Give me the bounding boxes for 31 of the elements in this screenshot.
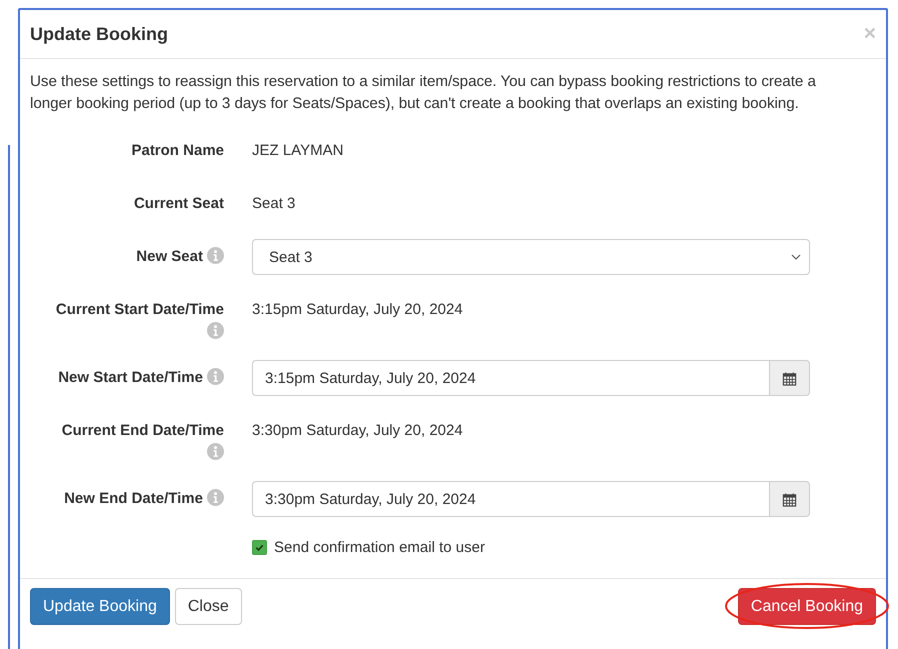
calendar-button[interactable] bbox=[769, 360, 810, 396]
email-checkbox[interactable] bbox=[252, 540, 267, 554]
field-label: Patron Name bbox=[131, 142, 224, 159]
calendar-button[interactable] bbox=[769, 481, 810, 517]
field-label: New Start Date/Time bbox=[58, 369, 203, 386]
info-icon[interactable] bbox=[207, 443, 224, 460]
field-value: 3:15pm Saturday, July 20, 2024 bbox=[252, 300, 463, 320]
modal-title: Update Booking bbox=[30, 24, 168, 44]
seat-dropdown[interactable]: Seat 3 bbox=[252, 239, 810, 275]
field-label: New Seat bbox=[136, 248, 203, 265]
info-icon[interactable] bbox=[207, 247, 224, 264]
info-icon[interactable] bbox=[207, 368, 224, 385]
field-label: Current End Date/Time bbox=[62, 422, 224, 439]
date-time-field[interactable]: 3:30pm Saturday, July 20, 2024 bbox=[252, 481, 769, 517]
field-value: JEZ LAYMAN bbox=[252, 141, 344, 161]
cancel-booking-button[interactable]: Cancel Booking bbox=[738, 588, 876, 625]
info-icon[interactable] bbox=[207, 322, 224, 339]
field-label: Current Start Date/Time bbox=[56, 301, 224, 318]
date-time-field[interactable]: 3:15pm Saturday, July 20, 2024 bbox=[252, 360, 769, 396]
intro-text: Use these settings to reassign this reservation to a similar item/space. You can bypass booking restrictions to create a longer booking period (up to 3 days for Seats/Spaces), but can't create a booking that overlaps an existing booking. bbox=[30, 72, 817, 114]
field-label: New End Date/Time bbox=[64, 490, 203, 507]
field-value: Seat 3 bbox=[252, 194, 296, 214]
close-button[interactable]: Close bbox=[174, 588, 242, 625]
calendar-icon bbox=[782, 492, 797, 506]
checkbox-label: Send confirmation email to user bbox=[274, 538, 485, 556]
field-label: Current Seat bbox=[134, 195, 224, 212]
field-value: 3:30pm Saturday, July 20, 2024 bbox=[252, 421, 463, 441]
chevron-down-icon bbox=[791, 254, 801, 260]
update-booking-button[interactable]: Update Booking bbox=[30, 588, 170, 625]
calendar-icon bbox=[782, 370, 797, 386]
info-icon[interactable] bbox=[207, 489, 224, 506]
